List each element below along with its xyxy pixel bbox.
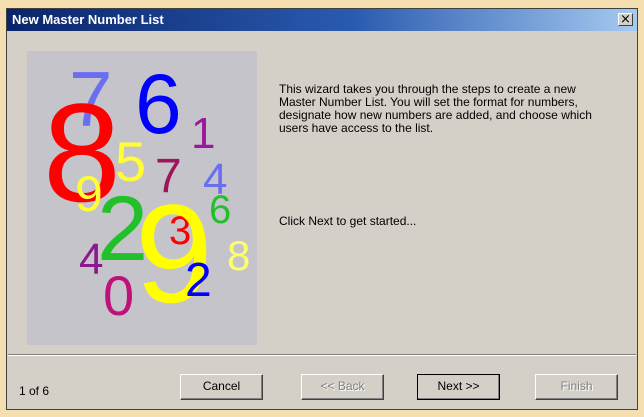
- wizard-artwork: 7681579462398402: [27, 51, 257, 345]
- art-digit: 0: [103, 264, 134, 327]
- numbers-illustration: 7 68 15 79 462 39 840 2: [43, 55, 250, 332]
- art-digit: 2: [185, 254, 212, 307]
- page-indicator: 1 of 6: [19, 384, 50, 398]
- finish-button[interactable]: Finish: [535, 374, 618, 400]
- wizard-description: This wizard takes you through the steps …: [279, 82, 592, 135]
- cancel-button[interactable]: Cancel: [180, 374, 263, 400]
- next-button[interactable]: Next >>: [417, 374, 500, 400]
- art-digit: 4: [79, 235, 103, 284]
- art-digit: 8: [227, 232, 250, 279]
- title-bar[interactable]: New Master Number List ×: [7, 9, 637, 31]
- get-started-hint: Click Next to get started...: [279, 214, 417, 228]
- window-title: New Master Number List: [12, 12, 164, 27]
- footer-divider-highlight: [8, 355, 636, 356]
- close-button[interactable]: ×: [618, 13, 633, 26]
- back-button[interactable]: << Back: [301, 374, 384, 400]
- wizard-dialog: New Master Number List × 768157946239840…: [6, 8, 638, 410]
- art-digit: 1: [191, 109, 215, 158]
- close-icon: ×: [620, 12, 631, 27]
